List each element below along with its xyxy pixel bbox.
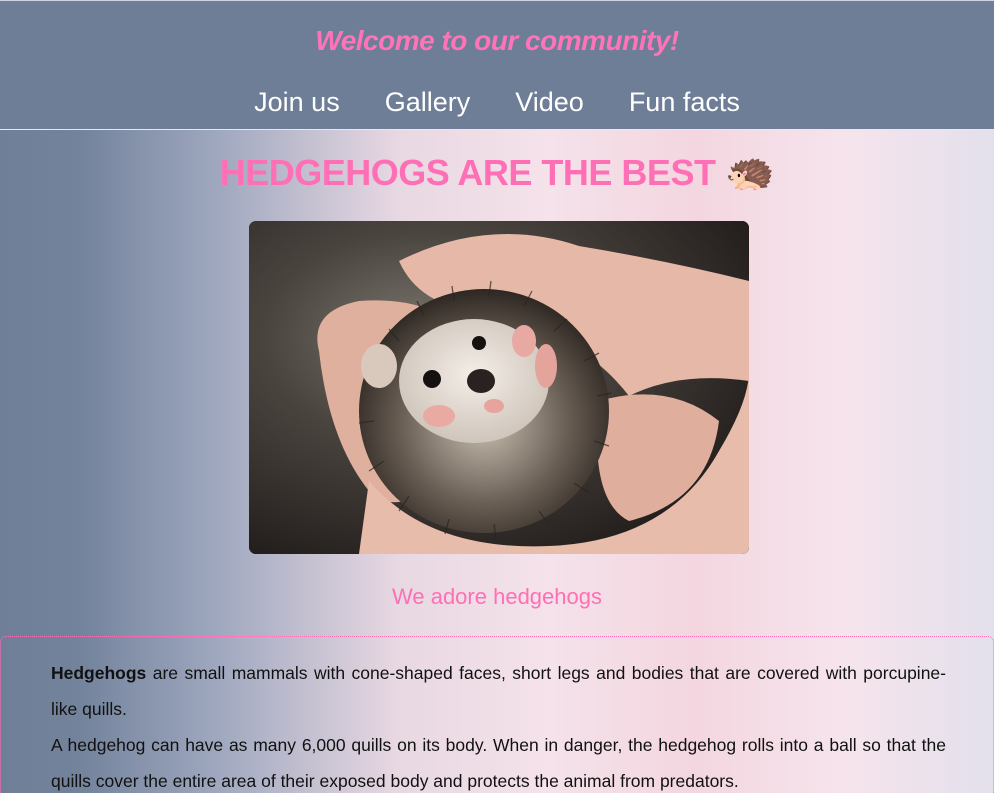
hedgehog-photo-illustration — [249, 221, 749, 554]
page-title-text: HEDGEHOGS ARE THE BEST — [219, 152, 716, 193]
article-paragraph-1-text: are small mammals with cone-shaped faces… — [51, 663, 946, 719]
nav-join-us[interactable]: Join us — [254, 87, 340, 118]
article-paragraph-1: Hedgehogs are small mammals with cone-sh… — [51, 655, 946, 727]
nav-gallery[interactable]: Gallery — [385, 87, 471, 118]
article-box: Hedgehogs are small mammals with cone-sh… — [0, 636, 994, 793]
welcome-heading: Welcome to our community! — [315, 25, 679, 56]
article-keyword: Hedgehogs — [51, 663, 147, 683]
main-nav: Join us Gallery Video Fun facts — [0, 87, 994, 118]
nav-fun-facts[interactable]: Fun facts — [629, 87, 740, 118]
hedgehog-icon: 🦔 — [724, 150, 775, 194]
page-title: HEDGEHOGS ARE THE BEST 🦔 — [0, 148, 994, 195]
hedgehog-photo — [249, 221, 749, 554]
nav-video[interactable]: Video — [515, 87, 584, 118]
article-paragraph-2: A hedgehog can have as many 6,000 quills… — [51, 735, 946, 791]
image-caption: We adore hedgehogs — [392, 584, 602, 609]
site-header: Welcome to our community! Join us Galler… — [0, 0, 994, 130]
